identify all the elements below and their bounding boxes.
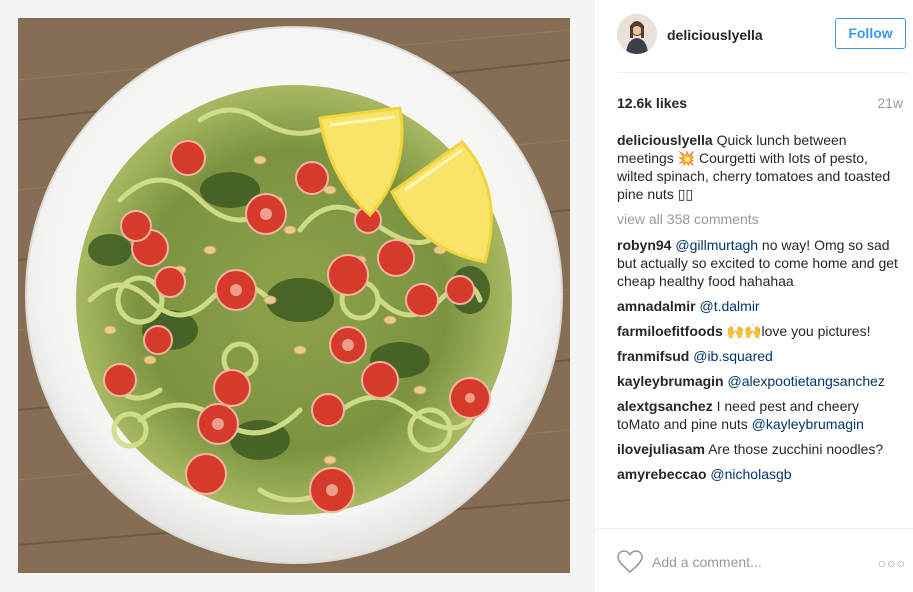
comment-username[interactable]: ilovejuliasam [617, 441, 705, 457]
food-photo-illustration [17, 18, 571, 573]
header-divider [617, 72, 907, 73]
list-item: alextgsanchez I need pest and cheery toM… [617, 397, 905, 433]
avatar[interactable] [617, 14, 657, 54]
comment-username[interactable]: alextgsanchez [617, 398, 713, 414]
list-item: farmiloefitfoods 🙌🙌love you pictures! [617, 322, 905, 340]
comment-mention[interactable]: @nicholasgb [710, 466, 791, 482]
comment-username[interactable]: kayleybrumagin [617, 373, 724, 389]
comment-text: Are those zucchini noodles? [708, 441, 884, 457]
post-age[interactable]: 21w [877, 95, 903, 111]
comment-mention[interactable]: @ib.squared [693, 348, 773, 364]
post-sidebar: deliciouslyella Follow 12.6k likes 21w d… [594, 0, 913, 592]
post-username[interactable]: deliciouslyella [667, 27, 763, 43]
instagram-post-view: deliciouslyella Follow 12.6k likes 21w d… [0, 0, 913, 592]
comment-mention[interactable]: @kayleybrumagin [752, 416, 864, 432]
heart-icon[interactable] [617, 550, 643, 574]
list-item: robyn94 @gillmurtagh no way! Omg so sad … [617, 236, 905, 290]
avatar-image [617, 14, 657, 54]
comment-mention[interactable]: @alexpootietangsanchez [728, 373, 885, 389]
like-count[interactable]: 12.6k likes [617, 95, 687, 111]
comment-bar: Add a comment... ○○○ [595, 528, 913, 592]
post-photo[interactable] [0, 0, 593, 592]
comment-mention[interactable]: @gillmurtagh [675, 237, 758, 253]
comment-text: 🙌🙌love you pictures! [726, 323, 871, 339]
caption-username[interactable]: deliciouslyella [617, 132, 713, 148]
comment-username[interactable]: farmiloefitfoods [617, 323, 723, 339]
view-all-comments-link[interactable]: view all 358 comments [617, 210, 905, 228]
comment-username[interactable]: amyrebeccao [617, 466, 707, 482]
caption: deliciouslyella Quick lunch between meet… [617, 131, 905, 203]
list-item: ilovejuliasam Are those zucchini noodles… [617, 440, 905, 458]
comment-username[interactable]: amnadalmir [617, 298, 696, 314]
add-comment-input[interactable]: Add a comment... [652, 554, 762, 570]
comment-list: deliciouslyella Quick lunch between meet… [617, 131, 905, 527]
list-item: franmifsud @ib.squared [617, 347, 905, 365]
comment-username[interactable]: franmifsud [617, 348, 689, 364]
more-options-icon[interactable]: ○○○ [878, 555, 906, 571]
list-item: kayleybrumagin @alexpootietangsanchez [617, 372, 905, 390]
list-item: amnadalmir @t.dalmir [617, 297, 905, 315]
list-item: amyrebeccao @nicholasgb [617, 465, 905, 483]
comment-mention[interactable]: @t.dalmir [699, 298, 759, 314]
follow-button[interactable]: Follow [835, 18, 906, 49]
comment-username[interactable]: robyn94 [617, 237, 671, 253]
post-header: deliciouslyella Follow [595, 0, 913, 72]
